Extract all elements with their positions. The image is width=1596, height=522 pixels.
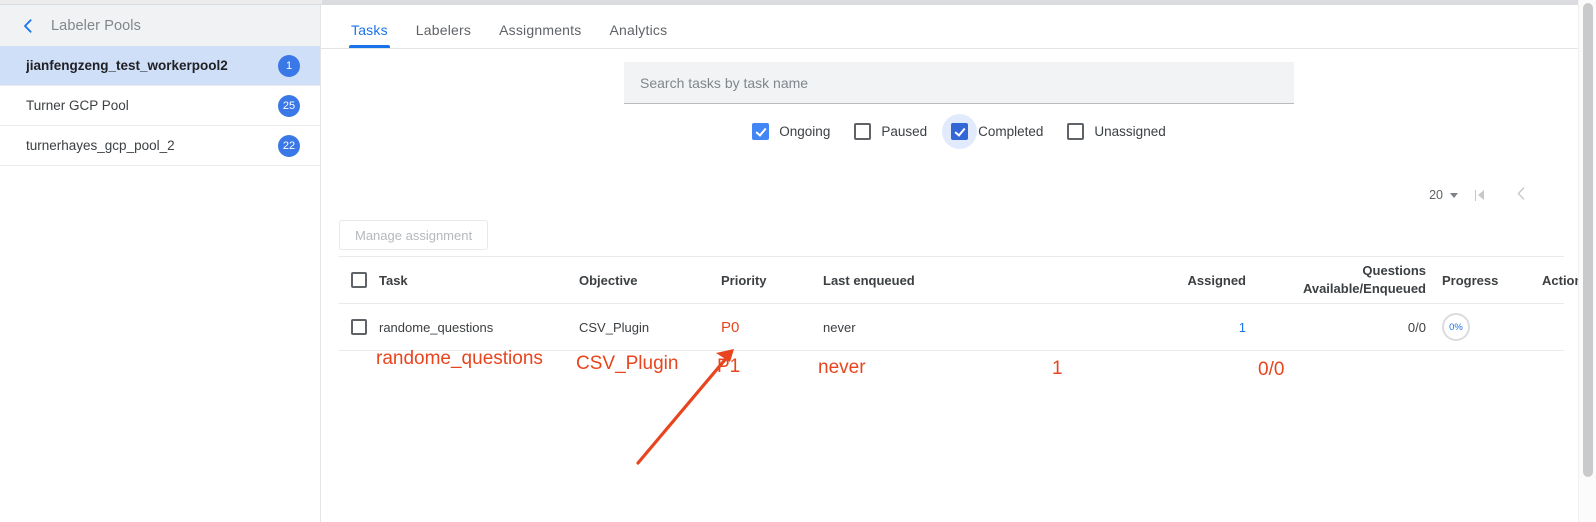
manage-assignment-button[interactable]: Manage assignment: [339, 220, 489, 250]
sidebar-header-title: Labeler Pools: [51, 17, 141, 34]
search-field[interactable]: [624, 62, 1294, 104]
column-header-last-enqueued[interactable]: Last enqueued: [823, 273, 1039, 288]
labeler-pools-sidebar: Labeler Pools jianfengzeng_test_workerpo…: [0, 5, 321, 522]
first-page-icon: [1474, 189, 1484, 201]
vertical-scrollbar-track[interactable]: [1578, 0, 1596, 522]
column-header-progress[interactable]: Progress: [1426, 273, 1512, 288]
table-row[interactable]: randome_questions CSV_Plugin P0 never 1 …: [339, 304, 1564, 351]
tab-bar: Tasks Labelers Assignments Analytics: [321, 5, 1578, 49]
cell-task: randome_questions: [379, 319, 494, 335]
sidebar-item-pool-2[interactable]: turnerhayes_gcp_pool_2 22: [0, 126, 320, 166]
search-input[interactable]: [640, 74, 1278, 91]
status-filter-group: Ongoing Paused Completed Unassigned: [624, 114, 1294, 149]
tasks-table: Task Objective Priority Last enqueued As…: [339, 256, 1590, 351]
prev-page-button[interactable]: [1500, 183, 1542, 207]
cell-progress: 0%: [1426, 313, 1512, 341]
table-header-row: Task Objective Priority Last enqueued As…: [339, 257, 1590, 304]
checkbox-row-select[interactable]: [351, 319, 367, 335]
sidebar-item-badge: 25: [278, 94, 300, 117]
column-header-assigned[interactable]: Assigned: [1039, 273, 1246, 288]
cell-last-enqueued: never: [823, 319, 856, 335]
sidebar-item-pool-1[interactable]: Turner GCP Pool 25: [0, 86, 320, 126]
column-header-task[interactable]: Task: [379, 273, 579, 288]
column-header-priority[interactable]: Priority: [721, 273, 823, 288]
progress-ring: 0%: [1442, 313, 1470, 341]
first-page-button[interactable]: [1458, 183, 1500, 207]
main-content: Tasks Labelers Assignments Analytics Ong…: [321, 5, 1590, 522]
filter-label-unassigned: Unassigned: [1094, 124, 1166, 139]
column-header-questions[interactable]: Questions Available/Enqueued: [1246, 262, 1426, 297]
app-shell: Labeler Pools jianfengzeng_test_workerpo…: [0, 5, 1590, 522]
filter-completed[interactable]: Completed: [942, 114, 1044, 149]
tab-assignments[interactable]: Assignments: [485, 22, 595, 48]
row-select-cell[interactable]: [339, 319, 379, 335]
sidebar-item-badge: 1: [278, 54, 300, 77]
filter-unassigned[interactable]: Unassigned: [1067, 123, 1166, 140]
filter-label-completed: Completed: [978, 124, 1044, 139]
sidebar-item-label: turnerhayes_gcp_pool_2: [26, 138, 175, 153]
sidebar-item-badge: 22: [278, 134, 300, 157]
cell-priority: P0: [721, 319, 823, 336]
filter-ongoing[interactable]: Ongoing: [752, 123, 830, 140]
pagination-controls: 20: [1429, 183, 1542, 207]
filter-paused[interactable]: Paused: [854, 123, 927, 140]
tab-analytics[interactable]: Analytics: [595, 22, 681, 48]
chevron-left-icon: [1517, 186, 1525, 204]
cell-assigned: 1: [1039, 320, 1246, 335]
tab-labelers[interactable]: Labelers: [402, 22, 485, 48]
sidebar-item-label: jianfengzeng_test_workerpool2: [26, 58, 228, 73]
cell-questions: 0/0: [1407, 319, 1426, 335]
sidebar-header: Labeler Pools: [0, 5, 320, 46]
assigned-count-link[interactable]: 1: [1239, 320, 1246, 335]
page-size-select[interactable]: 20: [1429, 188, 1458, 202]
cell-objective: CSV_Plugin: [579, 319, 650, 335]
checkbox-paused[interactable]: [854, 123, 872, 140]
tab-tasks[interactable]: Tasks: [337, 22, 402, 48]
filter-zone: Ongoing Paused Completed Unassigned: [624, 62, 1294, 149]
caret-down-icon: [1450, 192, 1458, 198]
page-size-value: 20: [1429, 188, 1443, 202]
checkbox-unassigned[interactable]: [1067, 123, 1085, 140]
column-header-questions-line2: Available/Enqueued: [1302, 281, 1426, 296]
chevron-left-icon[interactable]: [16, 15, 38, 37]
priority-value: P0: [721, 318, 740, 336]
column-header-questions-line1: Questions: [1362, 263, 1426, 279]
sidebar-item-label: Turner GCP Pool: [26, 98, 129, 113]
vertical-scrollbar-thumb[interactable]: [1583, 3, 1593, 477]
checkbox-ongoing[interactable]: [752, 123, 770, 140]
checkbox-select-all[interactable]: [351, 272, 367, 288]
sidebar-item-pool-0[interactable]: jianfengzeng_test_workerpool2 1: [0, 46, 320, 86]
column-header-objective[interactable]: Objective: [579, 273, 721, 288]
filter-label-ongoing: Ongoing: [779, 124, 831, 139]
select-all-cell[interactable]: [339, 272, 379, 288]
filter-label-paused: Paused: [881, 124, 928, 139]
checkbox-completed[interactable]: [951, 123, 969, 140]
sidebar-top-edge-strip: [0, 0, 322, 4]
